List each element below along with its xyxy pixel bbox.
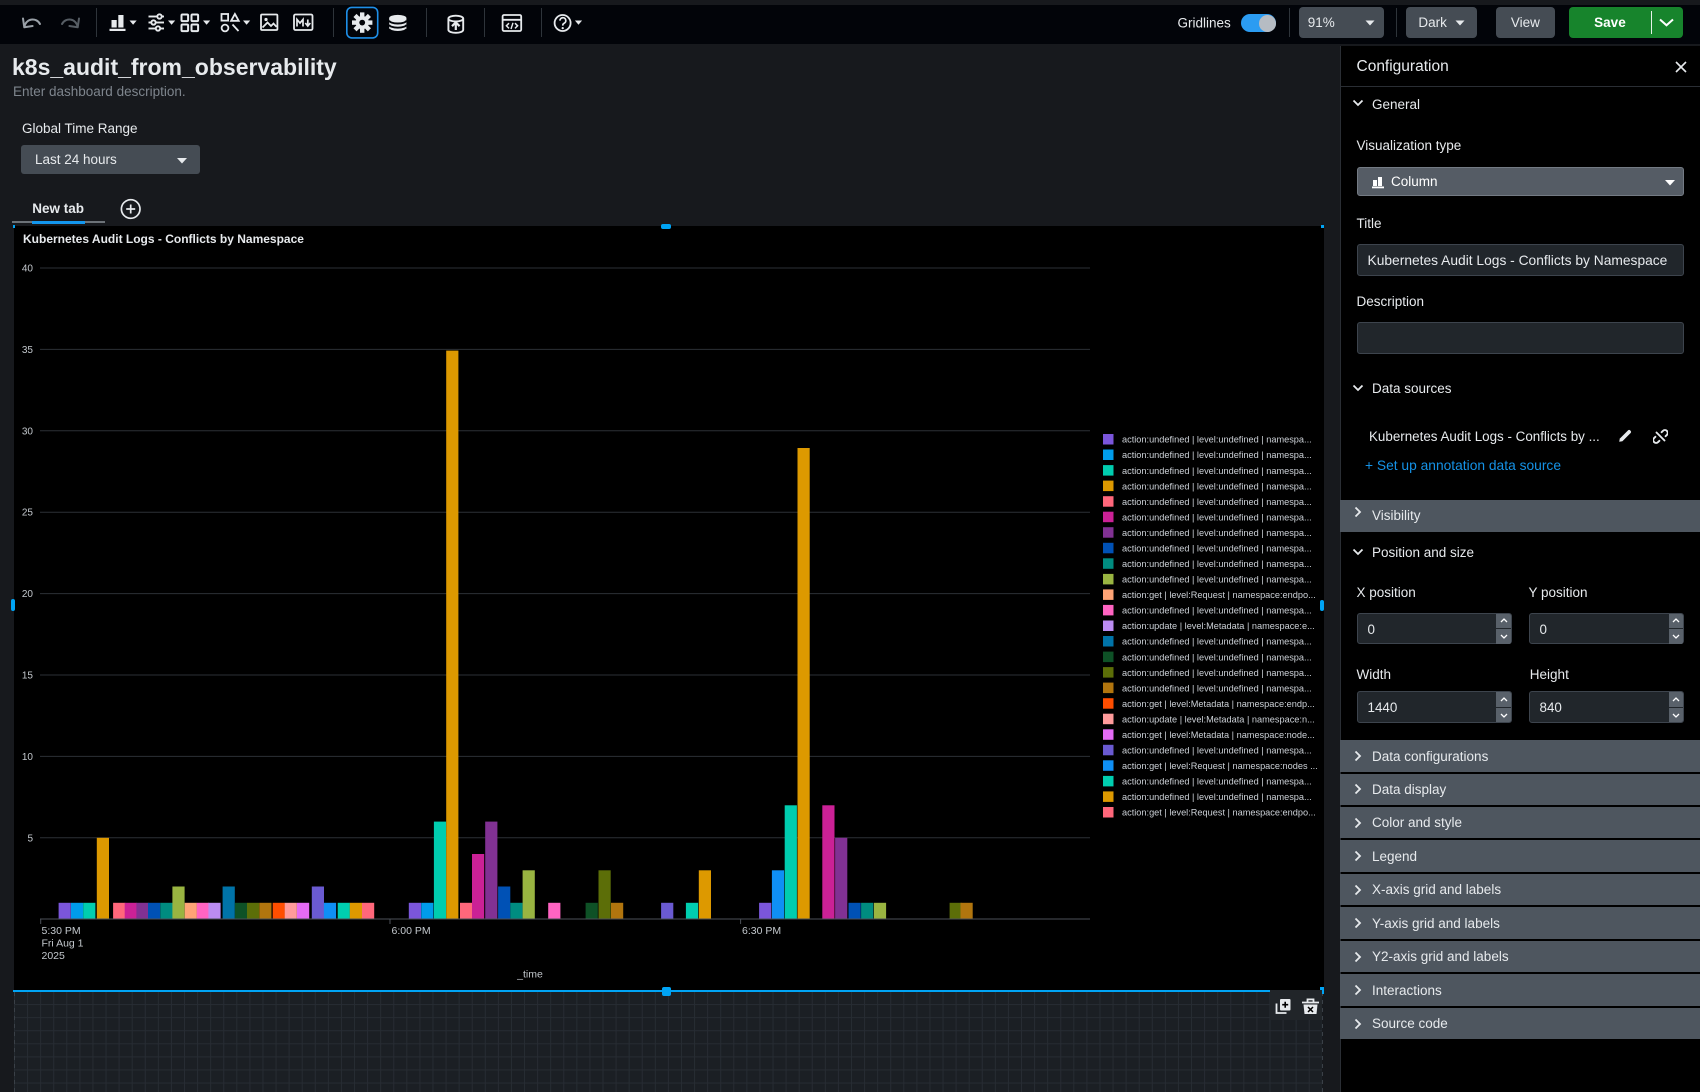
svg-text:action:undefined | level:undef: action:undefined | level:undefined | nam… (1122, 559, 1312, 569)
svg-text:15: 15 (22, 671, 34, 682)
svg-text:action:undefined | level:undef: action:undefined | level:undefined | nam… (1122, 668, 1312, 678)
svg-text:20: 20 (22, 589, 34, 600)
svg-text:action:get | level:Metadata |: action:get | level:Metadata | namespace:… (1122, 730, 1315, 740)
svg-text:action:get | level:Request | n: action:get | level:Request | namespace:e… (1122, 590, 1316, 600)
svg-text:action:undefined | level:undef: action:undefined | level:undefined | nam… (1122, 481, 1312, 491)
svg-text:_time: _time (516, 969, 543, 981)
svg-text:action:undefined | level:undef: action:undefined | level:undefined | nam… (1122, 450, 1312, 460)
svg-text:Fri Aug 1: Fri Aug 1 (42, 938, 84, 950)
svg-text:action:undefined | level:undef: action:undefined | level:undefined | nam… (1122, 435, 1312, 445)
svg-text:action:update | level:Metadata: action:update | level:Metadata | namespa… (1122, 714, 1315, 724)
svg-text:5:30 PM: 5:30 PM (42, 925, 81, 937)
svg-text:action:get | level:Request | n: action:get | level:Request | namespace:n… (1122, 761, 1318, 771)
svg-text:2025: 2025 (42, 950, 66, 962)
svg-text:30: 30 (22, 426, 34, 437)
svg-text:action:undefined | level:undef: action:undefined | level:undefined | nam… (1122, 777, 1312, 787)
svg-text:action:undefined | level:undef: action:undefined | level:undefined | nam… (1122, 637, 1312, 647)
svg-text:action:undefined | level:undef: action:undefined | level:undefined | nam… (1122, 683, 1312, 693)
svg-text:action:undefined | level:undef: action:undefined | level:undefined | nam… (1122, 497, 1312, 507)
svg-text:6:30 PM: 6:30 PM (742, 925, 781, 937)
svg-text:Kubernetes Audit Logs - Confli: Kubernetes Audit Logs - Conflicts by Nam… (23, 232, 304, 246)
svg-text:35: 35 (22, 345, 34, 356)
svg-text:action:undefined | level:undef: action:undefined | level:undefined | nam… (1122, 575, 1312, 585)
svg-text:action:undefined | level:undef: action:undefined | level:undefined | nam… (1122, 792, 1312, 802)
svg-text:25: 25 (22, 508, 34, 519)
svg-text:action:undefined | level:undef: action:undefined | level:undefined | nam… (1122, 746, 1312, 756)
svg-text:10: 10 (22, 752, 34, 763)
svg-text:action:undefined | level:undef: action:undefined | level:undefined | nam… (1122, 606, 1312, 616)
svg-text:40: 40 (22, 264, 34, 275)
svg-text:action:get | level:Metadata |: action:get | level:Metadata | namespace:… (1122, 699, 1315, 709)
svg-text:action:undefined | level:undef: action:undefined | level:undefined | nam… (1122, 528, 1312, 538)
svg-text:action:undefined | level:undef: action:undefined | level:undefined | nam… (1122, 512, 1312, 522)
svg-text:action:undefined | level:undef: action:undefined | level:undefined | nam… (1122, 652, 1312, 662)
svg-text:6:00 PM: 6:00 PM (392, 925, 431, 937)
svg-text:action:undefined | level:undef: action:undefined | level:undefined | nam… (1122, 544, 1312, 554)
svg-text:action:get | level:Request | n: action:get | level:Request | namespace:e… (1122, 808, 1316, 818)
svg-text:5: 5 (27, 833, 33, 844)
svg-text:action:update | level:Metadata: action:update | level:Metadata | namespa… (1122, 621, 1315, 631)
svg-text:action:undefined | level:undef: action:undefined | level:undefined | nam… (1122, 466, 1312, 476)
